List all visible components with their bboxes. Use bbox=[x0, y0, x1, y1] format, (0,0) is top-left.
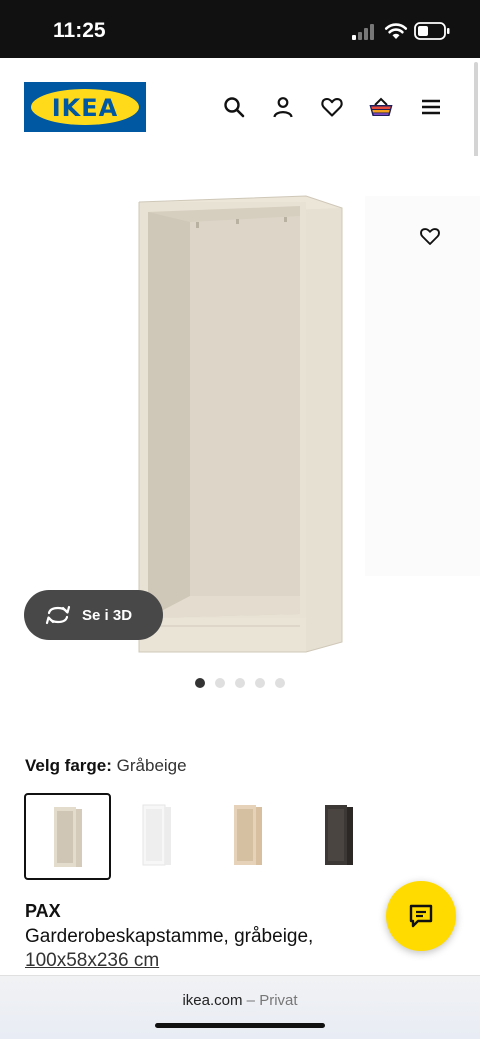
wardrobe-thumbnail-beige bbox=[54, 807, 82, 867]
product-media: Se i 3D bbox=[0, 156, 480, 676]
color-label-heading: Velg farge: bbox=[25, 756, 112, 775]
swatch-white-stained-oak[interactable] bbox=[206, 793, 293, 880]
see-in-3d-button[interactable]: Se i 3D bbox=[24, 590, 163, 640]
swatch-white[interactable] bbox=[115, 793, 202, 880]
account-icon[interactable] bbox=[271, 95, 295, 119]
private-mode-label: Privat bbox=[259, 992, 298, 1009]
ikea-logo[interactable]: IKEA bbox=[24, 82, 146, 132]
wishlist-icon[interactable] bbox=[320, 95, 344, 119]
address-domain: ikea.com bbox=[182, 992, 243, 1009]
status-bar: 11:25 bbox=[0, 0, 480, 58]
color-swatches bbox=[24, 793, 424, 881]
page-scrollbar[interactable] bbox=[474, 62, 478, 162]
battery-icon bbox=[414, 22, 450, 40]
color-picker-label: Velg farge: Gråbeige bbox=[25, 756, 187, 776]
status-time: 11:25 bbox=[53, 19, 106, 42]
wardrobe-thumbnail-oak bbox=[234, 805, 262, 865]
home-indicator[interactable] bbox=[155, 1023, 325, 1028]
swatch-black-brown[interactable] bbox=[297, 793, 384, 880]
search-icon[interactable] bbox=[222, 95, 246, 119]
wardrobe-thumbnail-white bbox=[142, 804, 171, 866]
chat-bubble-icon bbox=[409, 904, 433, 928]
wardrobe-thumbnail-black-brown bbox=[325, 805, 353, 865]
chat-button[interactable] bbox=[386, 881, 456, 951]
swatch-grabeige[interactable] bbox=[24, 793, 111, 880]
carousel-dot[interactable] bbox=[275, 678, 285, 688]
product-size-link[interactable]: 100x58x236 cm bbox=[25, 950, 159, 972]
selected-color-name: Gråbeige bbox=[116, 756, 187, 775]
product-description: Garderobeskapstamme, gråbeige, bbox=[25, 926, 314, 947]
wifi-icon bbox=[384, 23, 408, 39]
carousel-dot[interactable] bbox=[215, 678, 225, 688]
menu-icon[interactable] bbox=[419, 95, 443, 119]
carousel-dot[interactable] bbox=[255, 678, 265, 688]
carousel-dot[interactable] bbox=[235, 678, 245, 688]
product-name: PAX bbox=[25, 901, 61, 921]
see-in-3d-label: Se i 3D bbox=[82, 606, 133, 624]
carousel-dot[interactable] bbox=[195, 678, 205, 688]
add-to-wishlist-icon[interactable] bbox=[410, 214, 450, 254]
image-carousel-indicator bbox=[0, 678, 480, 690]
address-text: ikea.com – Privat bbox=[0, 992, 480, 1009]
address-separator: – bbox=[242, 992, 260, 1009]
logo-text: IKEA bbox=[51, 94, 119, 122]
cellular-signal-icon bbox=[352, 24, 374, 40]
shopping-bag-icon[interactable] bbox=[368, 95, 394, 119]
site-header: IKEA bbox=[0, 58, 480, 156]
rotate-3d-icon bbox=[45, 605, 71, 625]
browser-address-bar[interactable]: ikea.com – Privat bbox=[0, 975, 480, 1039]
